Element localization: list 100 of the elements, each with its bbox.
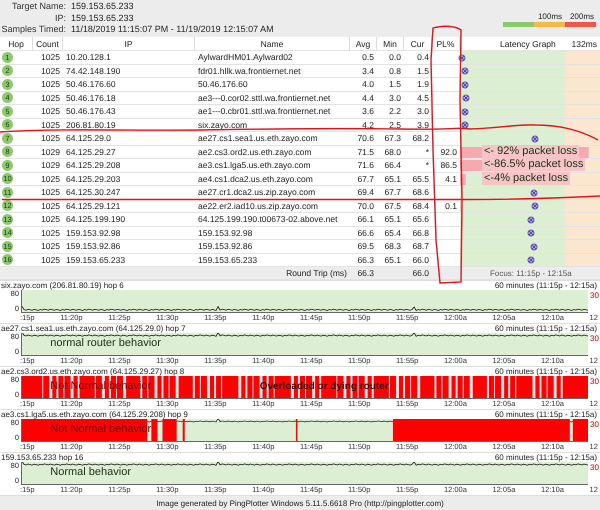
table-cell-text: ae2.cs3.ord2.us.eth.zayo.com xyxy=(197,146,312,157)
graph-range: 60 minutes (11:15p - 12:15a) xyxy=(494,410,597,419)
field-label: Target Name: xyxy=(10,1,66,12)
table-cell-text: 67.7 xyxy=(383,187,402,198)
table-cell-text: 92.0 xyxy=(439,146,458,157)
axis-label: 30 xyxy=(589,462,600,474)
column-header[interactable]: Hop xyxy=(0,37,33,50)
table-cell-text: * xyxy=(424,160,430,170)
table-cell-text: 159.153.92.86 xyxy=(197,241,254,252)
table-cell-text: 68.3 xyxy=(383,241,402,252)
table-cell-text: AylwardHM01.Aylward02 xyxy=(197,52,294,62)
column-header[interactable]: Count xyxy=(33,37,63,50)
table-cell-text: ae3.cs1.lga5.us.eth.zayo.com xyxy=(197,160,312,170)
table-cell-text: 1025 xyxy=(40,254,61,265)
table-cell-text: 66.0 xyxy=(411,268,430,278)
graph-title: ae27.cs1.sea1.us.eth.zayo.com (64.125.29.0) hop 7 xyxy=(1,324,186,333)
latency-marker-icon xyxy=(530,242,538,250)
footer-text: Image generated by PingPlotter Windows 5.11.5.6618 Pro (http://pingplotter.com) xyxy=(156,499,444,508)
table-cell-text: 159.153.92.98 xyxy=(65,228,122,238)
table-cell-text: 1025 xyxy=(40,200,61,211)
axis-label: 30 xyxy=(589,333,600,345)
table-cell-text: 50.46.176.60 xyxy=(65,79,117,90)
latency-marker-icon xyxy=(526,256,535,264)
table-cell-text: 65.4 xyxy=(383,228,402,238)
axis-label: 30 xyxy=(589,419,600,431)
table-cell-text: 1.5 xyxy=(388,79,402,90)
table-cell-text: 1029 xyxy=(40,146,61,157)
legend-label: 100ms xyxy=(538,12,562,21)
table-cell-text: ae27.cs1.sea1.us.eth.zayo.com xyxy=(197,133,319,144)
round-trip-label: Round Trip (ms) xyxy=(285,268,348,278)
column-header[interactable]: Cur xyxy=(404,37,432,50)
table-cell-text: 67.5 xyxy=(383,200,402,211)
table-cell-text: 1025 xyxy=(40,92,61,103)
table-cell-text: 0.8 xyxy=(388,66,402,76)
table-cell-text: 0.4 xyxy=(416,52,430,62)
table-cell-text: 4.5 xyxy=(416,92,430,103)
table-cell-text: 64.125.29.208 xyxy=(65,160,122,170)
table-cell-text: 50.46.176.60 xyxy=(197,79,249,90)
graph-title: 159.153.65.233 hop 16 xyxy=(1,453,84,462)
table-cell-text: 0.1 xyxy=(444,200,458,211)
column-header[interactable]: IP xyxy=(63,37,195,50)
graph-range: 60 minutes (11:15p - 12:15a) xyxy=(494,453,597,462)
column-header[interactable]: PL% xyxy=(432,37,460,50)
table-cell-text: 159.153.92.98 xyxy=(197,228,254,238)
table-cell-text: 66.1 xyxy=(356,214,375,224)
table-cell-text: 69.5 xyxy=(356,241,375,252)
column-header[interactable]: Latency Graph xyxy=(500,38,556,48)
scale-label: 132ms xyxy=(571,38,597,48)
table-cell-text: 1025 xyxy=(40,174,61,184)
axis-label: 30 xyxy=(589,290,600,302)
table-cell-text: 10.20.128.1 xyxy=(65,52,112,62)
packet-loss-note: <-4% packet loss xyxy=(482,172,570,184)
field-value: 159.153.65.233 xyxy=(71,12,135,24)
table-cell-text: 1025 xyxy=(40,214,61,224)
table-cell-text: 4.2 xyxy=(361,120,375,130)
latency-marker-icon xyxy=(462,94,470,102)
table-cell-text: 71.6 xyxy=(356,160,375,170)
table-cell-text: 70.0 xyxy=(356,200,375,211)
packet-loss-note: <- 92% packet loss xyxy=(482,144,580,158)
latency-marker-icon xyxy=(530,188,538,196)
table-cell-text: 64.125.199.190 xyxy=(65,214,126,224)
table-cell-text: ae3---0.cor02.sttl.wa.frontiernet.net xyxy=(197,92,332,103)
axis-label: 30 xyxy=(589,376,600,388)
column-header[interactable]: Avg xyxy=(350,37,377,50)
table-cell-text: ae22.er2.iad10.us.zip.zayo.com xyxy=(197,200,320,211)
table-cell-text: 1025 xyxy=(40,79,61,90)
table-cell-text: ae27.cr1.dca2.us.zip.zayo.com xyxy=(197,187,316,198)
graph-title: ae3.cs1.lga5.us.eth.zayo.com (64.125.29.208) hop 9 xyxy=(1,410,188,419)
graph-title: ae2.cs3.ord2.us.eth.zayo.com (64.125.29.27) hop 8 xyxy=(1,367,184,376)
table-cell-text: 66.8 xyxy=(411,228,430,238)
table-cell-text: ae4.cs1.dca2.us.eth.zayo.com xyxy=(197,174,314,184)
table-cell-text: 1025 xyxy=(40,241,61,252)
field-label: Samples Timed: xyxy=(0,24,66,36)
table-cell-text: 69.4 xyxy=(356,187,375,198)
latency-marker-icon xyxy=(461,80,470,88)
table-cell-text: 65.6 xyxy=(411,214,430,224)
table-cell-text: 67.3 xyxy=(383,133,402,144)
table-cell-text: 1029 xyxy=(40,160,61,170)
table-cell-text: 70.6 xyxy=(356,133,375,144)
table-cell-text: six.zayo.com xyxy=(197,120,248,130)
table-cell-text: 64.125.29.0 xyxy=(65,133,112,144)
table-cell-text: 66.6 xyxy=(356,228,375,238)
graph-title: six.zayo.com (206.81.80.19) hop 6 xyxy=(1,281,124,290)
table-cell-text: 2.2 xyxy=(388,106,402,116)
table-cell-text: 71.5 xyxy=(356,146,375,157)
packet-loss-note: <-86.5% packet loss xyxy=(482,158,586,171)
table-cell-text: 66.3 xyxy=(356,254,375,265)
table-cell-text: 4.1 xyxy=(444,174,458,184)
plot-note: Normal behavior xyxy=(50,466,131,479)
table-cell-text: 66.0 xyxy=(411,254,430,265)
table-cell-text: 68.2 xyxy=(411,133,430,144)
table-cell-text: 68.4 xyxy=(411,200,430,211)
graph-range: 60 minutes (11:15p - 12:15a) xyxy=(494,324,597,333)
table-cell-text: * xyxy=(424,146,430,157)
table-cell-text: 1.9 xyxy=(416,79,430,90)
table-cell-text: 64.125.29.121 xyxy=(65,200,122,211)
table-cell-text: 86.5 xyxy=(439,160,458,170)
column-header[interactable]: Name xyxy=(195,37,350,50)
table-cell-text: ae1---0.cbr01.sttl.wa.frontiernet.net xyxy=(197,106,332,116)
column-header[interactable]: Min xyxy=(377,37,404,50)
